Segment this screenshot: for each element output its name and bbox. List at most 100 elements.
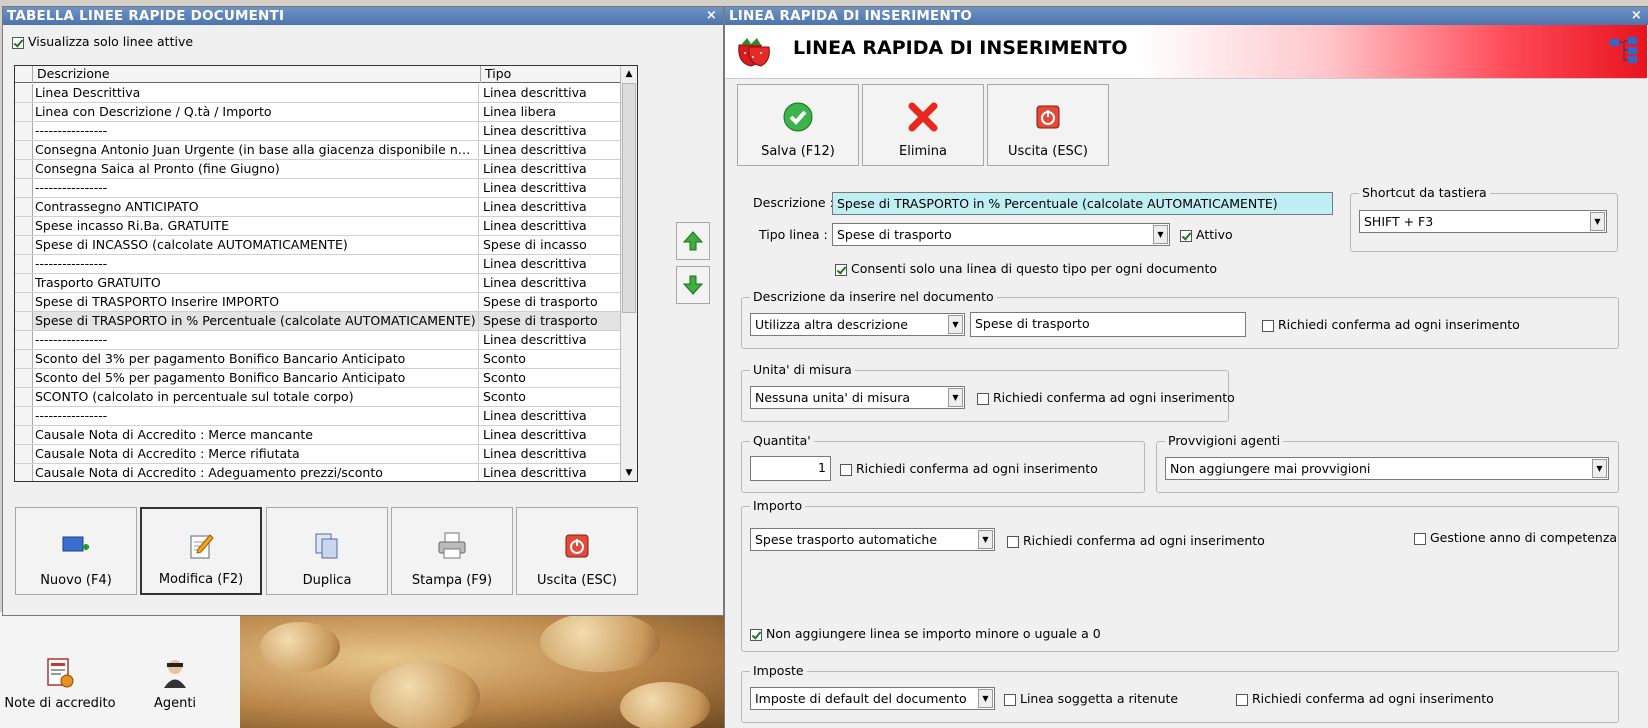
table-row[interactable]: Spese di INCASSO (calcolate AUTOMATICAME… — [15, 236, 621, 255]
descrizione-input[interactable]: Spese di TRASPORTO in % Percentuale (cal… — [832, 192, 1333, 215]
scroll-up-icon[interactable]: ▲ — [621, 66, 637, 82]
unita-misura-select[interactable]: Nessuna unita' di misura ▼ — [750, 386, 965, 409]
conferma-descrizione-checkbox[interactable]: Richiedi conferma ad ogni inserimento — [1262, 317, 1520, 333]
modifica-button[interactable]: Modifica (F2) — [140, 507, 262, 595]
descrizione-documento-select[interactable]: Utilizza altra descrizione ▼ — [750, 313, 965, 336]
close-icon[interactable]: × — [1631, 7, 1642, 25]
cell-descrizione: Sconto del 3% per pagamento Bonifico Ban… — [35, 350, 479, 368]
row-indicator[interactable] — [15, 274, 33, 292]
row-indicator[interactable] — [15, 122, 33, 140]
imposte-select[interactable]: Imposte di default del documento ▼ — [750, 687, 995, 710]
provvigioni-select[interactable]: Non aggiungere mai provvigioni ▼ — [1165, 457, 1609, 480]
conferma-importo-checkbox[interactable]: Richiedi conferma ad ogni inserimento — [1007, 533, 1265, 549]
table-row[interactable]: SCONTO (calcolato in percentuale sul tot… — [15, 388, 621, 407]
table-row[interactable]: ---------------- Linea descrittiva — [15, 255, 621, 274]
stampa-button[interactable]: Stampa (F9) — [391, 507, 513, 595]
uscita-button[interactable]: Uscita (ESC) — [987, 84, 1109, 166]
conferma-imposte-checkbox[interactable]: Richiedi conferma ad ogni inserimento — [1236, 691, 1494, 707]
row-indicator[interactable] — [15, 255, 33, 273]
table-row[interactable]: Causale Nota di Accredito : Merce rifiut… — [15, 445, 621, 464]
tipo-linea-select[interactable]: Spese di trasporto ▼ — [832, 223, 1170, 246]
table-row[interactable]: Consegna Antonio Juan Urgente (in base a… — [15, 141, 621, 160]
chevron-down-icon: ▼ — [948, 315, 963, 334]
header-banner: LINEA RAPIDA DI INSERIMENTO — [725, 25, 1647, 79]
non-aggiungere-checkbox[interactable]: Non aggiungere linea se importo minore o… — [750, 626, 1101, 642]
table-row[interactable]: Spese di TRASPORTO in % Percentuale (cal… — [15, 312, 621, 331]
cell-descrizione: ---------------- — [35, 407, 479, 425]
row-indicator[interactable] — [15, 369, 33, 387]
column-header-tipo[interactable]: Tipo — [481, 66, 621, 83]
row-indicator[interactable] — [15, 445, 33, 463]
elimina-button[interactable]: Elimina — [862, 84, 984, 166]
row-indicator[interactable] — [15, 103, 33, 121]
row-indicator[interactable] — [15, 179, 33, 197]
importo-value: Spese trasporto automatiche — [755, 532, 938, 547]
desktop-icon-agenti[interactable]: Agenti — [115, 656, 235, 711]
checkbox-icon — [1262, 319, 1274, 332]
row-indicator[interactable] — [15, 464, 33, 481]
table-row[interactable]: Spese di TRASPORTO Inserire IMPORTO Spese… — [15, 293, 621, 312]
row-indicator[interactable] — [15, 198, 33, 216]
table-row[interactable]: Consegna Saica al Pronto (fine Giugno) Li… — [15, 160, 621, 179]
table-row[interactable]: Contrassegno ANTICIPATO Linea descrittiva — [15, 198, 621, 217]
conferma-quantita-checkbox[interactable]: Richiedi conferma ad ogni inserimento — [840, 461, 1098, 477]
row-indicator[interactable] — [15, 236, 33, 254]
row-indicator[interactable] — [15, 217, 33, 235]
move-up-button[interactable] — [676, 222, 710, 260]
vertical-scrollbar[interactable]: ▲ ▼ — [620, 66, 637, 481]
table-row[interactable]: ---------------- Linea descrittiva — [15, 407, 621, 426]
checkbox-icon — [1004, 693, 1016, 706]
table-row[interactable]: Sconto del 3% per pagamento Bonifico Ban… — [15, 350, 621, 369]
table-row[interactable]: Sconto del 5% per pagamento Bonifico Ban… — [15, 369, 621, 388]
checkbox-icon — [1414, 532, 1426, 545]
row-indicator[interactable] — [15, 293, 33, 311]
table-row[interactable]: Causale Nota di Accredito : Adeguamento … — [15, 464, 621, 481]
lines-table[interactable]: Descrizione Tipo Linea Descrittiva Linea … — [14, 65, 638, 482]
scroll-down-icon[interactable]: ▼ — [621, 465, 637, 481]
table-row[interactable]: Trasporto GRATUITO Linea descrittiva — [15, 274, 621, 293]
cell-tipo: Linea descrittiva — [483, 275, 587, 290]
salva-button[interactable]: Salva (F12) — [737, 84, 859, 166]
row-indicator[interactable] — [15, 84, 33, 102]
table-row[interactable]: Linea con Descrizione / Q.tà / Importo Li… — [15, 103, 621, 122]
row-indicator[interactable] — [15, 407, 33, 425]
duplica-button[interactable]: Duplica — [266, 507, 388, 595]
provvigioni-group: Provvigioni agenti Non aggiungere mai pr… — [1156, 433, 1619, 493]
ritenute-checkbox[interactable]: Linea soggetta a ritenute — [1004, 691, 1178, 707]
row-indicator[interactable] — [15, 388, 33, 406]
cell-descrizione: Spese di TRASPORTO in % Percentuale (cal… — [35, 312, 479, 330]
modifica-label: Modifica (F2) — [158, 572, 244, 587]
row-indicator[interactable] — [15, 141, 33, 159]
close-icon[interactable]: × — [706, 7, 717, 25]
consenti-checkbox[interactable]: Consenti solo una linea di questo tipo p… — [835, 261, 1217, 277]
move-down-button[interactable] — [676, 266, 710, 304]
table-row[interactable]: ---------------- Linea descrittiva — [15, 122, 621, 141]
gestione-anno-checkbox[interactable]: Gestione anno di competenza — [1414, 530, 1617, 546]
table-row[interactable]: Spese incasso Ri.Ba. GRATUITE Linea descr… — [15, 217, 621, 236]
nuovo-button[interactable]: Nuovo (F4) — [15, 507, 137, 595]
table-row[interactable]: Causale Nota di Accredito : Merce mancan… — [15, 426, 621, 445]
uscita-button[interactable]: Uscita (ESC) — [516, 507, 638, 595]
table-row[interactable]: ---------------- Linea descrittiva — [15, 331, 621, 350]
scrollbar-thumb[interactable] — [622, 83, 636, 313]
row-indicator[interactable] — [15, 312, 33, 330]
conferma-um-checkbox[interactable]: Richiedi conferma ad ogni inserimento — [977, 390, 1235, 406]
checkbox-icon — [835, 263, 847, 276]
attivo-checkbox[interactable]: Attivo — [1180, 227, 1233, 243]
row-indicator[interactable] — [15, 426, 33, 444]
row-indicator[interactable] — [15, 331, 33, 349]
table-row[interactable]: Linea Descrittiva Linea descrittiva — [15, 84, 621, 103]
table-row[interactable]: ---------------- Linea descrittiva — [15, 179, 621, 198]
desktop-icon-note-accredito[interactable]: Note di accredito — [0, 656, 120, 711]
descrizione-documento-input[interactable]: Spese di trasporto — [970, 312, 1246, 337]
column-header-descrizione[interactable]: Descrizione — [33, 66, 481, 83]
shortcut-select[interactable]: SHIFT + F3 ▼ — [1359, 210, 1607, 233]
descrizione-documento-group: Descrizione da inserire nel documento Ut… — [741, 289, 1619, 349]
row-indicator[interactable] — [15, 350, 33, 368]
unita-misura-value: Nessuna unita' di misura — [755, 390, 911, 405]
importo-select[interactable]: Spese trasporto automatiche ▼ — [750, 528, 995, 551]
row-indicator[interactable] — [15, 160, 33, 178]
show-active-checkbox[interactable]: Visualizza solo linee attive — [12, 34, 193, 50]
quantita-input[interactable]: 1 — [750, 456, 831, 481]
network-icon[interactable] — [1608, 36, 1640, 64]
